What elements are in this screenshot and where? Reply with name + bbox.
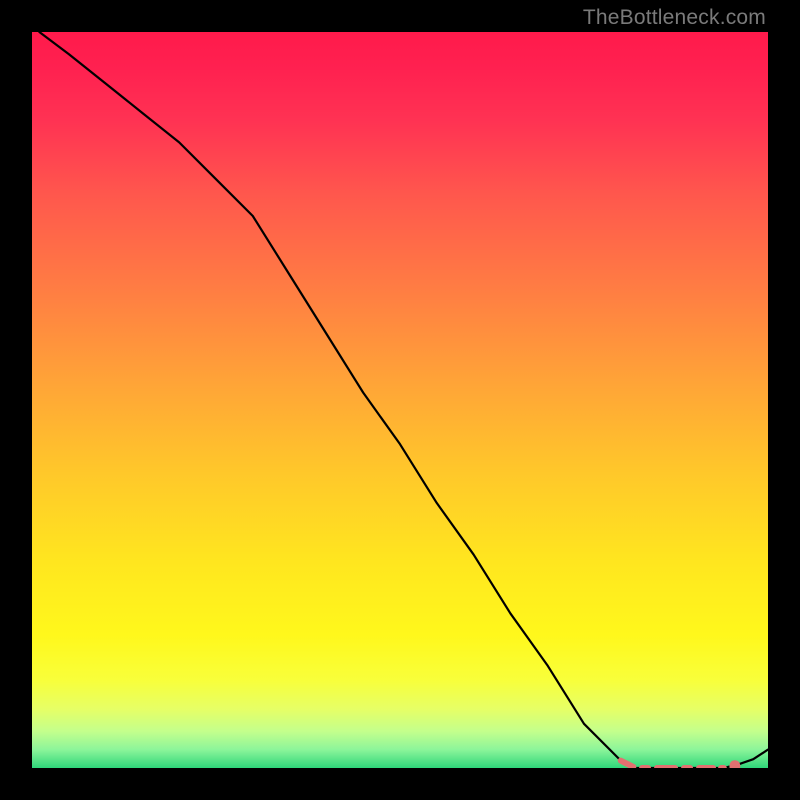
chart-plot-area — [32, 32, 768, 768]
gradient-background — [32, 32, 768, 768]
chart-svg — [32, 32, 768, 768]
chart-frame: TheBottleneck.com — [0, 0, 800, 800]
watermark-text: TheBottleneck.com — [583, 6, 766, 30]
